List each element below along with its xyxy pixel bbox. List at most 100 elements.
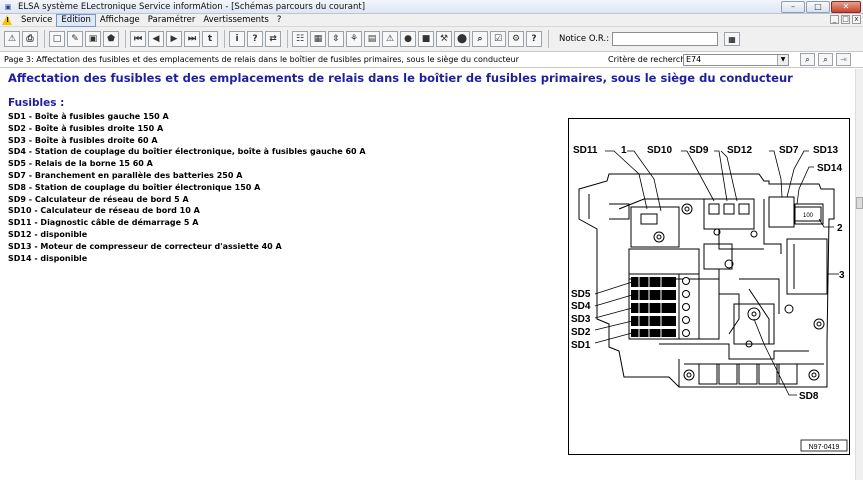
warning-icon[interactable]: ⚠ [382,31,398,47]
first-page-icon[interactable]: ⏮ [130,31,146,47]
menu-bar: Service Edition Affichage Paramétrer Ave… [0,13,863,27]
label-sd1: SD1 [571,340,591,351]
list-item: SD13 - Moteur de compresseur de correcte… [8,241,282,251]
label-sd3: SD3 [571,314,591,325]
wrench-icon[interactable]: ⚒ [436,31,452,47]
info-icon[interactable]: i [229,31,245,47]
tools-icon[interactable]: ⚙ [508,31,524,47]
list-item: SD3 - Boîte à fusibles droite 60 A [8,135,158,145]
fuse-box-diagram: 100 SD11 1 SD10 SD9 SD12 SD7 SD13 SD14 2… [568,118,850,455]
menu-affichage[interactable]: Affichage [96,15,144,26]
chevron-down-icon[interactable]: ▼ [777,55,788,65]
list-item: SD14 - disponible [8,253,88,263]
notice-input[interactable] [612,32,719,46]
figure-reference: N97-0419 [809,444,840,451]
next-page-icon[interactable]: ▶ [166,31,182,47]
mdi-controls: _ □ x [830,15,861,24]
list-item: SD12 - disponible [8,229,88,239]
list-item: SD5 - Relais de la borne 15 60 A [8,159,153,169]
label-sd14: SD14 [817,163,842,174]
menu-service[interactable]: Service [17,15,56,26]
swap-icon[interactable]: ⇄ [265,31,281,47]
minimize-button[interactable]: – [781,1,805,13]
section-title: Fusibles : [8,97,65,109]
list-item: SD4 - Station de couplage du boîtier éle… [8,147,366,157]
menu-edition[interactable]: Edition [56,13,96,27]
list-item: SD11 - Diagnostic câble de démarrage 5 A [8,218,199,228]
grid-icon[interactable]: ▦ [310,31,326,47]
toolbar: ⚠ ⎙ □ ✎ ▣ ⬟ ⏮ ◀ ▶ ⏭ t i ? ⇄ ☷ ▦ ⇳ ⚘ ▤ ⚠ … [0,27,863,52]
label-sd12: SD12 [727,145,752,156]
scrollbar-thumb[interactable] [856,197,863,209]
window-title: ELSA système ELectronique Service inform… [18,1,366,12]
car-icon[interactable]: ⬟ [103,31,119,47]
list-item: SD1 - Boîte à fusibles gauche 150 A [8,112,169,121]
toolbar-separator [44,30,45,48]
label-sd5: SD5 [571,289,591,300]
label-sd8: SD8 [799,391,819,402]
fuse-list: SD1 - Boîte à fusibles gauche 150 A SD2 … [8,111,366,264]
sort-icon[interactable]: ⇳ [328,31,344,47]
notes-icon[interactable]: ☷ [292,31,308,47]
toolbar-separator [125,30,126,48]
title-bar: ▣ ELSA système ELectronique Service info… [0,0,863,14]
fuse-box-drawing: 100 SD11 1 SD10 SD9 SD12 SD7 SD13 SD14 2… [571,145,848,452]
list-item: SD9 - Calculateur de réseau de bord 5 A [8,194,189,204]
save-icon[interactable]: ■ [418,31,434,47]
back-link-icon[interactable]: t [202,31,218,47]
table-icon[interactable]: ▤ [364,31,380,47]
label-2: 2 [837,223,843,234]
list-item: SD7 - Branchement en parallèle des batte… [8,170,243,180]
search-doc-icon[interactable]: ⌕ [472,31,488,47]
mdi-restore-button[interactable]: □ [841,15,850,24]
criteria-label: Critère de recherche: [608,55,693,64]
diagnostic-icon[interactable]: ⚘ [346,31,362,47]
toolbar-separator [548,30,549,48]
vertical-scrollbar[interactable] [855,69,863,480]
page-bar: Page 3: Affectation des fusibles et des … [0,52,863,68]
mdi-close-button[interactable]: x [852,15,861,24]
menu-avertissements[interactable]: Avertissements [199,15,273,26]
document-heading: Affectation des fusibles et des emplacem… [8,71,793,85]
notice-label: Notice O.R.: [559,34,610,44]
label-3: 3 [839,270,845,281]
window-controls: – □ ✕ [781,1,861,13]
maximize-button[interactable]: □ [806,1,830,13]
label-sd7: SD7 [779,145,799,156]
label-sd11: SD11 [573,145,598,156]
last-page-icon[interactable]: ⏭ [184,31,200,47]
warning-icon[interactable] [2,15,13,25]
relay-value-label: 100 [803,213,814,219]
toolbar-separator [224,30,225,48]
search-icon[interactable]: ⌕ [800,53,815,66]
list-item: SD2 - Boîte à fusibles droite 150 A [8,123,164,133]
elsa-app-icon: ▣ [4,2,12,11]
label-1: 1 [621,145,627,156]
forward-icon[interactable]: ⇥ [836,53,851,66]
checklist-icon[interactable]: ☑ [490,31,506,47]
search-next-icon[interactable]: ⌕ [818,53,833,66]
label-sd2: SD2 [571,327,591,338]
question-icon[interactable]: ? [526,31,542,47]
toolbar-separator [287,30,288,48]
previous-page-icon[interactable]: ◀ [148,31,164,47]
help-icon[interactable]: ? [247,31,263,47]
label-sd4: SD4 [571,301,591,312]
calculator-icon[interactable]: ▦ [724,32,741,46]
criteria-select[interactable]: E74 ▼ [683,54,789,66]
menu-help[interactable]: ? [273,15,286,26]
menu-parametrer[interactable]: Paramétrer [144,15,200,26]
page-label: Page 3: Affectation des fusibles et des … [4,55,519,64]
close-button[interactable]: ✕ [831,1,861,13]
vehicle-icon[interactable]: ⬤ [454,31,470,47]
exit-icon[interactable]: ⚠ [4,31,20,47]
criteria-value: E74 [686,55,702,64]
mdi-minimize-button[interactable]: _ [830,15,839,24]
list-item: SD8 - Station de couplage du boîtier éle… [8,182,261,192]
document-icon[interactable]: □ [49,31,65,47]
photo-icon[interactable]: ▣ [85,31,101,47]
label-sd9: SD9 [689,145,709,156]
print-icon[interactable]: ⎙ [22,31,38,47]
edit-icon[interactable]: ✎ [67,31,83,47]
globe-icon[interactable]: ● [400,31,416,47]
